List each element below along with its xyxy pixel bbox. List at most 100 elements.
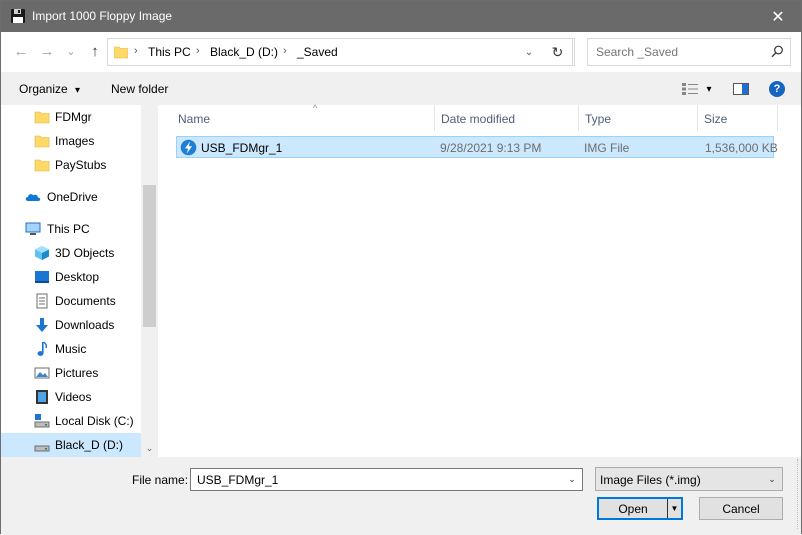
title-bar: Import 1000 Floppy Image ✕ (1, 1, 801, 32)
cloud-icon (25, 194, 41, 201)
column-header-date-modified[interactable]: Date modified (435, 105, 579, 131)
folder-icon (34, 159, 50, 172)
pictures-icon (34, 367, 50, 379)
scroll-down-button[interactable]: ⌄ (141, 440, 158, 457)
breadcrumb-separator: › (283, 45, 287, 57)
file-row[interactable]: USB_FDMgr_1 9/28/2021 9:13 PM IMG File 1… (176, 136, 778, 158)
column-header-size[interactable]: Size (698, 105, 778, 131)
nav-item-onedrive[interactable]: OneDrive (1, 185, 141, 209)
file-list: Name ^ Date modified Type Size USB_FDMgr… (158, 103, 801, 457)
breadcrumb-separator: › (196, 45, 200, 57)
nav-item-videos[interactable]: Videos (1, 385, 141, 409)
open-button[interactable]: Open ▼ (597, 497, 683, 520)
chevron-down-icon: ⌄ (768, 473, 776, 484)
file-date-modified: 9/28/2021 9:13 PM (440, 141, 542, 155)
nav-item-images[interactable]: Images (1, 129, 141, 153)
column-header-name[interactable]: Name ^ (172, 103, 435, 131)
preview-pane-button[interactable] (729, 78, 753, 100)
nav-item-label: Music (55, 342, 87, 356)
search-input[interactable] (594, 43, 764, 61)
nav-item-3d-objects[interactable]: 3D Objects (1, 241, 141, 265)
nav-item-desktop[interactable]: Desktop (1, 265, 141, 289)
nav-item-label: Images (55, 134, 95, 148)
file-type-dropdown-button[interactable]: ⌄ (762, 468, 782, 490)
recent-locations-button[interactable]: ⌄ (61, 41, 81, 61)
nav-scrollbar[interactable]: ⌄ (141, 105, 158, 457)
nav-item-pictures[interactable]: Pictures (1, 361, 141, 385)
nav-item-fdmgr[interactable]: FDMgr (1, 105, 141, 129)
close-button[interactable]: ✕ (755, 1, 801, 32)
file-name-input[interactable] (195, 472, 555, 488)
file-type-value: Image Files (*.img) (600, 473, 701, 487)
column-header-label: Name (178, 112, 211, 126)
chevron-down-icon: ⌄ (145, 443, 154, 453)
folder-icon (114, 46, 128, 59)
file-type-select[interactable]: Image Files (*.img) ⌄ (595, 467, 783, 491)
search-box[interactable] (587, 38, 791, 66)
nav-item-downloads[interactable]: Downloads (1, 313, 141, 337)
refresh-button[interactable]: ↻ (543, 38, 573, 66)
breadcrumb-black-d[interactable]: Black_D (D:) (210, 45, 278, 59)
img-file-icon (180, 139, 197, 156)
file-type: IMG File (584, 141, 630, 155)
view-details-icon (682, 83, 699, 95)
chevron-down-icon: ⌄ (568, 474, 576, 484)
nav-item-this-pc[interactable]: This PC (1, 217, 141, 241)
nav-item-label: Desktop (55, 270, 100, 284)
chevron-down-icon: ⌄ (524, 46, 534, 58)
nav-item-label: OneDrive (47, 190, 98, 204)
nav-item-label: Downloads (55, 318, 115, 332)
column-header-type[interactable]: Type (579, 105, 698, 131)
file-name-combobox[interactable]: ⌄ (190, 468, 583, 491)
drive-icon (34, 445, 50, 452)
nav-item-label: Local Disk (C:) (55, 414, 134, 428)
new-folder-button[interactable]: New folder (111, 82, 168, 96)
address-box[interactable]: › This PC › Black_D (D:) › _Saved ⌄ (107, 38, 575, 66)
floppy-disk-icon (11, 9, 25, 23)
open-button-label: Open (618, 502, 648, 516)
address-dropdown-button[interactable]: ⌄ (516, 39, 542, 65)
breadcrumb-saved[interactable]: _Saved (297, 45, 338, 59)
video-icon (36, 390, 48, 404)
change-view-button[interactable]: ▾ (677, 78, 717, 100)
nav-item-documents[interactable]: Documents (1, 289, 141, 313)
document-icon (36, 293, 48, 309)
file-open-dialog: Import 1000 Floppy Image ✕ ← → ⌄ ↑ › Thi… (0, 0, 802, 535)
close-icon: ✕ (771, 8, 785, 26)
refresh-icon: ↻ (551, 43, 564, 60)
nav-item-label: Black_D (D:) (55, 438, 124, 452)
caret-down-icon: ▾ (75, 85, 81, 96)
nav-item-music[interactable]: Music (1, 337, 141, 361)
dialog-footer: File name: ⌄ Image Files (*.img) ⌄ Open … (1, 457, 801, 535)
forward-arrow-icon: → (39, 42, 55, 60)
nav-item-label: Documents (55, 294, 116, 308)
drive-icon (34, 414, 50, 428)
nav-item-label: FDMgr (55, 110, 92, 124)
chevron-down-icon: ⌄ (66, 45, 76, 58)
scrollbar-thumb[interactable] (143, 185, 156, 327)
breadcrumb-separator: › (134, 45, 138, 57)
open-split-dropdown[interactable]: ▼ (667, 499, 681, 518)
file-name-dropdown-button[interactable]: ⌄ (562, 469, 582, 490)
new-folder-label: New folder (111, 82, 169, 96)
address-bar-row: ← → ⌄ ↑ › This PC › Black_D (D:) › _Save… (1, 32, 801, 72)
sort-ascending-icon: ^ (313, 103, 318, 113)
nav-item-local-disk-c[interactable]: Local Disk (C:) (1, 409, 141, 433)
help-button[interactable]: ? (765, 78, 789, 100)
nav-item-label: Pictures (55, 366, 99, 380)
nav-item-black-d[interactable]: Black_D (D:) (1, 433, 141, 457)
caret-down-icon: ▾ (706, 83, 712, 95)
nav-item-label: PayStubs (55, 158, 107, 172)
breadcrumb-this-pc[interactable]: This PC (148, 45, 191, 59)
column-header-label: Date modified (441, 112, 516, 126)
resize-grip[interactable] (797, 459, 801, 529)
download-icon (36, 318, 48, 332)
up-button[interactable]: ↑ (85, 41, 105, 61)
forward-button[interactable]: → (37, 41, 57, 61)
nav-item-paystubs[interactable]: PayStubs (1, 153, 141, 177)
organize-button[interactable]: Organize ▾ (19, 82, 80, 96)
cancel-button[interactable]: Cancel (699, 497, 783, 520)
cancel-button-label: Cancel (722, 501, 760, 516)
navigation-pane: FDMgr Images PayStubs OneDrive This PC 3… (1, 105, 158, 457)
back-button[interactable]: ← (11, 41, 31, 61)
